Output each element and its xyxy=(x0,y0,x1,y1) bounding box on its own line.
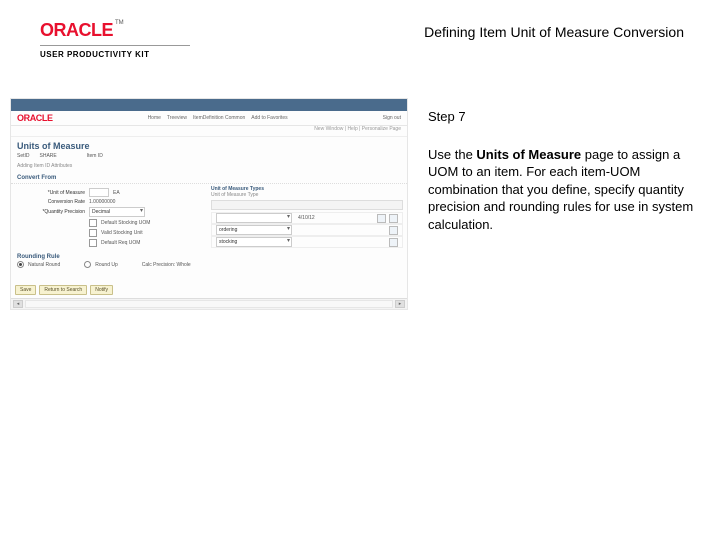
ss-chk1-row: Default Stocking UOM xyxy=(15,219,207,227)
ss-uot-hint: Unit of Measure Type xyxy=(211,192,403,198)
ss-checkbox-icon xyxy=(89,229,97,237)
ss-field-qty: *Quantity Precision Decimal xyxy=(15,207,207,217)
ss-heading: Units of Measure xyxy=(11,137,407,151)
ss-tab-home: Home xyxy=(148,115,161,121)
ss-form-cols: *Unit of Measure EA Conversion Rate 1.00… xyxy=(11,184,407,251)
ss-return-button: Return to Search xyxy=(39,285,87,295)
ss-checkbox-icon xyxy=(89,239,97,247)
ss-id-row: SetID SHARE Item ID xyxy=(11,151,407,161)
logo-divider xyxy=(40,45,190,46)
ss-qty-label: *Quantity Precision xyxy=(15,209,85,215)
ss-save-button: Save xyxy=(15,285,36,295)
logo-block: ORACLETM USER PRODUCTIVITY KIT xyxy=(40,20,190,59)
ss-signout: Sign out xyxy=(383,115,401,121)
ss-row-icons xyxy=(389,238,398,247)
slide: ORACLETM USER PRODUCTIVITY KIT Defining … xyxy=(0,0,720,540)
ss-logo-row: ORACLE Home Treeview ItemDefinition Comm… xyxy=(11,111,407,126)
ss-conv-label: Conversion Rate xyxy=(15,199,85,205)
ss-setid-label: SetID xyxy=(17,153,30,159)
ss-tab-fav: Add to Favorites xyxy=(251,115,287,121)
minus-icon xyxy=(389,214,398,223)
oracle-logo: ORACLETM xyxy=(40,20,190,41)
radio-icon xyxy=(17,261,24,268)
logo-subtitle: USER PRODUCTIVITY KIT xyxy=(40,50,190,59)
ss-scrollbar: ◂ ▸ xyxy=(11,298,407,309)
ss-radio-row-1: Natural Round Round Up Calc Precision: W… xyxy=(11,260,407,269)
radio-icon xyxy=(84,261,91,268)
ss-right-col: Unit of Measure Types Unit of Measure Ty… xyxy=(211,186,403,249)
ss-chk2: Valid Stocking Unit xyxy=(101,230,143,236)
ss-round-opt1: Natural Round xyxy=(28,262,60,268)
ss-row-icons xyxy=(389,226,398,235)
ss-round-opt3: Calc Precision: Whole xyxy=(142,262,191,268)
ss-table-head xyxy=(211,200,403,210)
instruction-column: Step 7 Use the Units of Measure page to … xyxy=(428,98,700,233)
content-row: ORACLE Home Treeview ItemDefinition Comm… xyxy=(10,98,700,310)
step-label: Step 7 xyxy=(428,108,700,126)
plus-icon xyxy=(389,226,398,235)
ss-chk2-row: Valid Stocking Unit xyxy=(15,229,207,237)
ss-setid-value: SHARE xyxy=(40,153,57,159)
ss-chk3: Default Req UOM xyxy=(101,240,140,246)
ss-round-header: Rounding Rule xyxy=(11,251,407,260)
ss-checkbox-icon xyxy=(89,219,97,227)
ss-round-opt2: Round Up xyxy=(95,262,118,268)
ss-nav-tabs: Home Treeview ItemDefinition Common Add … xyxy=(148,115,288,121)
body-prefix: Use the xyxy=(428,147,476,162)
scroll-left-icon: ◂ xyxy=(13,300,23,308)
scroll-track xyxy=(25,300,393,308)
ss-button-bar: Save Return to Search Notify xyxy=(15,285,113,295)
ss-row-icons xyxy=(377,214,398,223)
ss-field-uom: *Unit of Measure EA xyxy=(15,188,207,197)
ss-oracle-logo: ORACLE xyxy=(17,113,53,123)
plus-icon xyxy=(389,238,398,247)
ss-tab-treeview: Treeview xyxy=(167,115,187,121)
ss-left-col: *Unit of Measure EA Conversion Rate 1.00… xyxy=(15,186,207,249)
body-bold: Units of Measure xyxy=(476,147,581,162)
ss-notify-button: Notify xyxy=(90,285,113,295)
ss-uom-input xyxy=(89,188,109,197)
page-title: Defining Item Unit of Measure Conversion xyxy=(424,24,684,40)
ss-form-sub: Adding Item ID Attributes xyxy=(11,161,407,171)
ss-row-dd xyxy=(216,213,292,223)
ss-row-date: 4/10/12 xyxy=(298,215,315,221)
ss-conv-val: 1.00000000 xyxy=(89,199,115,205)
ss-sub-row: New Window | Help | Personalize Page xyxy=(11,126,407,137)
oracle-wordmark: ORACLE xyxy=(40,20,113,40)
tm-icon: TM xyxy=(115,20,124,26)
scroll-right-icon: ▸ xyxy=(395,300,405,308)
ss-row-dd: ordering xyxy=(216,225,292,235)
ss-convert-section: Convert From xyxy=(11,173,407,184)
embedded-screenshot: ORACLE Home Treeview ItemDefinition Comm… xyxy=(10,98,408,310)
ss-topbar xyxy=(11,99,407,111)
ss-tab-itemdef: ItemDefinition Common xyxy=(193,115,245,121)
ss-chk3-row: Default Req UOM xyxy=(15,239,207,247)
instruction-text: Use the Units of Measure page to assign … xyxy=(428,146,700,234)
ss-table-row-1: 4/10/12 xyxy=(211,212,403,224)
ss-row-dd: stocking xyxy=(216,237,292,247)
ss-uom-label: *Unit of Measure xyxy=(15,190,85,196)
ss-itemid-label: Item ID xyxy=(87,153,103,159)
header: ORACLETM USER PRODUCTIVITY KIT Defining … xyxy=(40,20,700,59)
ss-table-row-2: ordering xyxy=(211,224,403,236)
plus-icon xyxy=(377,214,386,223)
ss-qty-dropdown: Decimal xyxy=(89,207,145,217)
ss-uom-val: EA xyxy=(113,190,120,196)
ss-table-row-3: stocking xyxy=(211,236,403,248)
ss-chk1: Default Stocking UOM xyxy=(101,220,150,226)
ss-field-conv: Conversion Rate 1.00000000 xyxy=(15,199,207,205)
